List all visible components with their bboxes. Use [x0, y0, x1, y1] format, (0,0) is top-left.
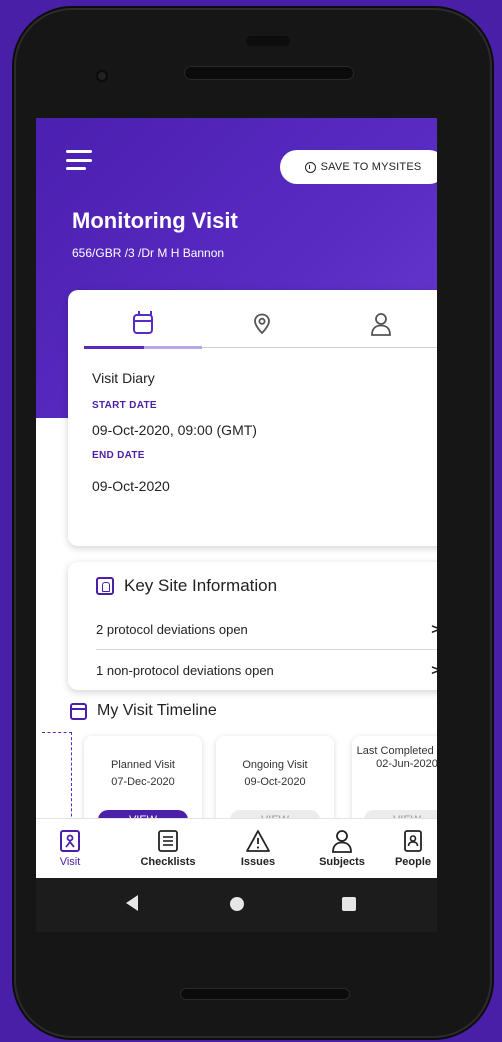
- timeline-card-date: 09-Oct-2020: [244, 776, 306, 788]
- timeline-card-name: Last Completed Visit: [356, 745, 437, 757]
- nav-label-subjects: Subjects: [319, 856, 365, 868]
- key-site-information-card: Key Site Information 2 protocol deviatio…: [68, 562, 437, 690]
- start-date-value: 09-Oct-2020, 09:00 (GMT): [92, 422, 257, 438]
- save-to-mysites-button[interactable]: SAVE TO MYSITES: [280, 150, 437, 184]
- android-navigation-bar: [36, 878, 437, 932]
- protocol-deviations-text: 2 protocol deviations open: [96, 622, 248, 637]
- home-icon[interactable]: [230, 897, 244, 911]
- key-site-title: Key Site Information: [124, 576, 278, 595]
- visit-diary-heading: Visit Diary: [92, 370, 155, 386]
- nav-item-visit[interactable]: Visit: [40, 825, 100, 877]
- save-button-label: SAVE TO MYSITES: [320, 161, 422, 173]
- timeline-card-ongoing: Ongoing Visit 09-Oct-2020 VIEW: [216, 736, 334, 830]
- recent-apps-icon[interactable]: [342, 897, 356, 911]
- tab-location[interactable]: [203, 300, 321, 348]
- earpiece-speaker: [184, 66, 354, 80]
- location-pin-icon: [254, 313, 270, 335]
- end-date-label: END DATE: [92, 450, 145, 461]
- tab-calendar[interactable]: [84, 300, 202, 349]
- timeline-card-last-completed: Last Completed Visit 02-Jun-2020 VIEW: [352, 736, 437, 830]
- bottom-navigation: Visit Checklists Issues Subjects People: [36, 818, 437, 878]
- back-icon[interactable]: [126, 895, 138, 911]
- checklist-icon: [158, 830, 178, 852]
- timeline-card-date: 02-Jun-2020: [376, 758, 437, 770]
- app-screen: SAVE TO MYSITES Monitoring Visit 656/GBR…: [36, 118, 437, 878]
- site-subtitle: 656/GBR /3 /Dr M H Bannon: [72, 246, 225, 260]
- nav-label-visit: Visit: [59, 856, 81, 868]
- warning-icon: [246, 830, 270, 852]
- visit-tabs: [84, 300, 437, 349]
- timeline-card-date: 07-Dec-2020: [111, 776, 175, 788]
- person-icon: [332, 830, 352, 853]
- non-protocol-deviations-text: 1 non-protocol deviations open: [96, 662, 274, 678]
- timeline-card-name: Ongoing Visit: [242, 759, 308, 771]
- start-date-label: START DATE: [92, 400, 157, 411]
- page-title: Monitoring Visit: [72, 208, 238, 233]
- key-site-header: Key Site Information: [96, 576, 277, 596]
- id-badge-icon: [96, 577, 114, 595]
- person-icon: [371, 313, 391, 336]
- nav-label-people: People: [394, 856, 432, 868]
- end-date-value: 09-Oct-2020: [92, 478, 170, 494]
- top-nub: [246, 36, 290, 46]
- nav-item-issues[interactable]: Issues: [218, 825, 298, 877]
- active-tab-indicator: [84, 346, 202, 349]
- chevron-right-icon: >: [431, 661, 437, 679]
- timeline-card-name: Planned Visit: [110, 759, 175, 771]
- calendar-icon: [70, 702, 87, 720]
- calendar-icon: [133, 311, 153, 334]
- visit-icon: [60, 830, 80, 852]
- nav-item-subjects[interactable]: Subjects: [302, 825, 382, 877]
- tab-contact[interactable]: [322, 300, 437, 348]
- front-camera: [96, 70, 108, 82]
- visit-timeline-header: My Visit Timeline: [70, 702, 217, 720]
- nav-item-checklists[interactable]: Checklists: [128, 825, 208, 877]
- visit-timeline-title: My Visit Timeline: [97, 702, 217, 719]
- nav-item-people[interactable]: People: [388, 825, 437, 877]
- non-protocol-deviations-row[interactable]: 1 non-protocol deviations open >: [96, 650, 437, 690]
- nav-label-checklists: Checklists: [140, 856, 196, 868]
- protocol-deviations-row[interactable]: 2 protocol deviations open >: [96, 610, 437, 650]
- hamburger-menu-icon[interactable]: [66, 150, 92, 170]
- chevron-right-icon: >: [431, 621, 437, 638]
- bottom-speaker: [180, 988, 350, 1000]
- visit-diary-card: Visit Diary START DATE 09-Oct-2020, 09:0…: [68, 290, 437, 546]
- contacts-icon: [404, 830, 422, 852]
- nav-label-issues: Issues: [240, 856, 276, 868]
- timeline-card-planned: Planned Visit 07-Dec-2020 VIEW: [84, 736, 202, 830]
- upload-circle-icon: [304, 161, 316, 173]
